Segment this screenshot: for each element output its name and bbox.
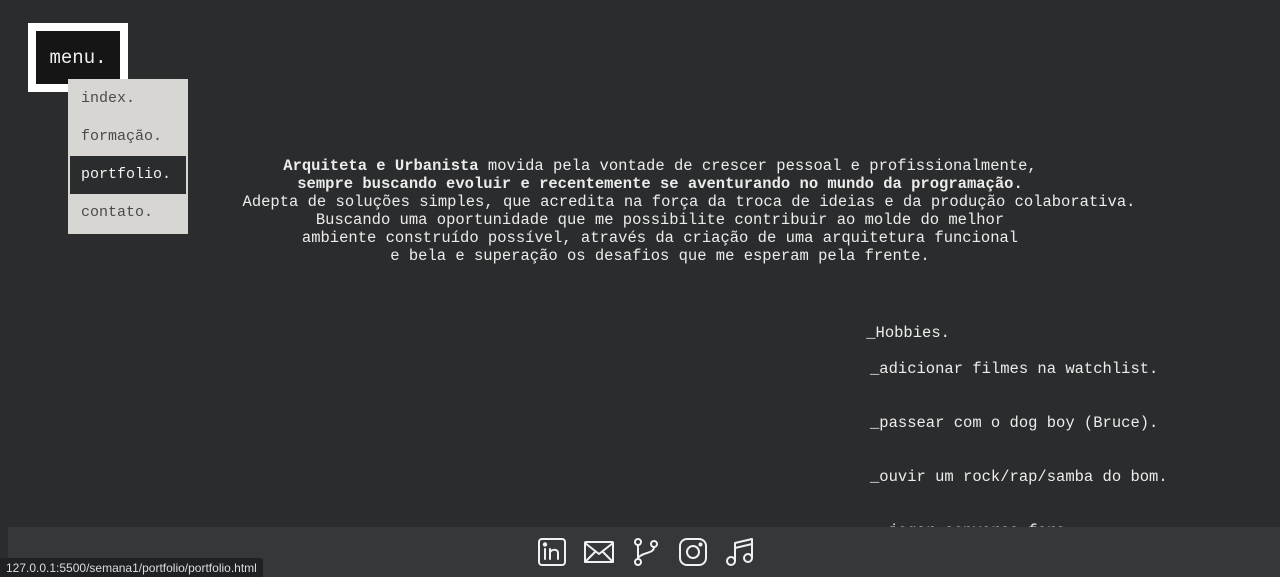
page: menu. index. formação. portfolio. contat…	[0, 0, 1280, 577]
hobby-item: _adicionar filmes na watchlist.	[870, 360, 1159, 378]
hobby-item: _ouvir um rock/rap/samba do bom.	[870, 468, 1168, 486]
intro-line-3: Adepta de soluções simples, que acredita…	[242, 193, 1136, 211]
intro-title-bold: Arquiteta e Urbanista	[283, 157, 479, 175]
social-icons	[534, 534, 758, 570]
browser-status-url: 127.0.0.1:5500/semana1/portfolio/portfol…	[0, 558, 263, 577]
menu-item-formacao[interactable]: formação.	[70, 118, 186, 156]
intro-line-2: sempre buscando evoluir e recentemente s…	[297, 175, 1023, 193]
git-branch-icon[interactable]	[628, 534, 664, 570]
menu-button[interactable]: menu.	[36, 31, 120, 84]
intro-line-6: e bela e superação os desafios que me es…	[390, 247, 930, 265]
intro-text: Arquiteta e Urbanista movida pela vontad…	[160, 157, 1160, 265]
music-icon[interactable]	[722, 534, 758, 570]
intro-line-4: Buscando uma oportunidade que me possibi…	[315, 211, 1005, 229]
intro-line-1-rest: movida pela vontade de crescer pessoal e…	[478, 157, 1037, 175]
mail-icon[interactable]	[581, 534, 617, 570]
hobby-item: _passear com o dog boy (Bruce).	[870, 414, 1159, 432]
linkedin-icon[interactable]	[534, 534, 570, 570]
instagram-icon[interactable]	[675, 534, 711, 570]
hobbies-title: _Hobbies.	[866, 324, 950, 342]
intro-line-5: ambiente construído possível, através da…	[301, 229, 1019, 247]
intro-line-1: Arquiteta e Urbanista movida pela vontad…	[160, 157, 1160, 175]
menu-item-index[interactable]: index.	[70, 80, 186, 118]
